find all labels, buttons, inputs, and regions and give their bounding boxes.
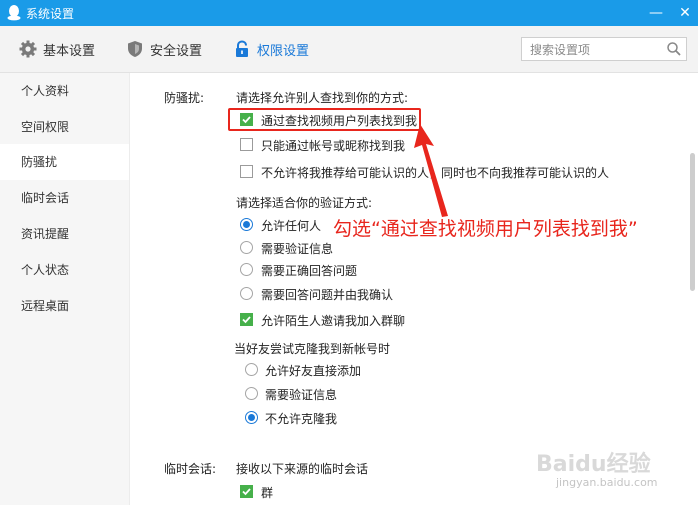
verify-label-need-info: 需要验证信息 bbox=[261, 242, 334, 256]
checkmark-icon bbox=[242, 316, 251, 324]
sidebar-item-anti-harassment[interactable]: 防骚扰 bbox=[0, 144, 129, 180]
clone-radio-allow[interactable] bbox=[245, 363, 258, 376]
find-option-checkbox-no-recommend[interactable] bbox=[240, 165, 253, 178]
clone-radio-disallow[interactable] bbox=[245, 411, 258, 424]
find-me-prompt: 请选择允许别人查找到你的方式: bbox=[236, 91, 409, 105]
verify-prompt: 请选择适合你的验证方式: bbox=[236, 196, 373, 210]
title-bar: 系统设置 — ✕ bbox=[0, 0, 698, 26]
tab-label: 权限设置 bbox=[257, 44, 310, 59]
checkmark-icon bbox=[242, 488, 251, 496]
tab-label: 安全设置 bbox=[150, 44, 203, 59]
settings-search-box[interactable] bbox=[521, 37, 687, 61]
sidebar-item-profile[interactable]: 个人资料 bbox=[0, 73, 129, 109]
tab-security-settings[interactable]: 安全设置 bbox=[126, 26, 212, 72]
temp-session-label-group: 群 bbox=[261, 486, 274, 500]
verify-radio-answer-confirm[interactable] bbox=[240, 287, 253, 300]
sidebar-item-space-permission[interactable]: 空间权限 bbox=[0, 109, 129, 145]
section-label-anti-harassment: 防骚扰: bbox=[164, 91, 205, 105]
find-option-checkbox-account-only[interactable] bbox=[240, 138, 253, 151]
section-label-temp-session: 临时会话: bbox=[164, 462, 217, 476]
clone-label-need-info: 需要验证信息 bbox=[265, 388, 338, 402]
lock-icon bbox=[236, 40, 248, 57]
temp-session-checkbox-group[interactable] bbox=[240, 485, 253, 498]
scrollbar-thumb[interactable] bbox=[690, 153, 695, 291]
annotation-arrow-icon bbox=[414, 124, 448, 217]
sidebar-item-news-alerts[interactable]: 资讯提醒 bbox=[0, 216, 129, 252]
watermark-url: jingyan.baidu.com bbox=[556, 476, 658, 489]
close-button[interactable]: ✕ bbox=[672, 0, 698, 26]
group-invite-label: 允许陌生人邀请我加入群聊 bbox=[261, 314, 406, 328]
search-input[interactable] bbox=[528, 40, 662, 60]
verify-label-answer-question: 需要正确回答问题 bbox=[261, 264, 358, 278]
verify-label-answer-confirm: 需要回答问题并由我确认 bbox=[261, 288, 394, 302]
clone-label-allow: 允许好友直接添加 bbox=[265, 364, 362, 378]
window-title: 系统设置 bbox=[26, 7, 75, 21]
verify-radio-anyone[interactable] bbox=[240, 218, 253, 231]
minimize-button[interactable]: — bbox=[643, 0, 669, 26]
sidebar-item-remote-desktop[interactable]: 远程桌面 bbox=[0, 288, 129, 324]
group-invite-checkbox[interactable] bbox=[240, 313, 253, 326]
verify-radio-need-info[interactable] bbox=[240, 241, 253, 254]
annotation-text: 勾选“通过查找视频用户列表找到我” bbox=[333, 218, 638, 240]
clone-radio-need-info[interactable] bbox=[245, 387, 258, 400]
tab-permission-settings[interactable]: 权限设置 bbox=[233, 26, 319, 72]
shield-icon bbox=[128, 41, 142, 57]
search-icon[interactable] bbox=[666, 41, 682, 57]
tab-label: 基本设置 bbox=[43, 44, 96, 59]
find-option-label-account-only: 只能通过帐号或昵称找到我 bbox=[261, 139, 406, 153]
annotation-highlight-box bbox=[228, 108, 421, 131]
penguin-logo-icon bbox=[7, 5, 21, 21]
clone-label-disallow: 不允许克隆我 bbox=[265, 412, 338, 426]
tab-basic-settings[interactable]: 基本设置 bbox=[16, 26, 102, 72]
sidebar-item-personal-status[interactable]: 个人状态 bbox=[0, 252, 129, 288]
verify-label-anyone: 允许任何人 bbox=[261, 219, 322, 233]
verify-radio-answer-question[interactable] bbox=[240, 263, 253, 276]
settings-sidebar: 个人资料 空间权限 防骚扰 临时会话 资讯提醒 个人状态 远程桌面 bbox=[0, 73, 130, 505]
gear-icon bbox=[19, 40, 37, 58]
sidebar-item-temp-session[interactable]: 临时会话 bbox=[0, 180, 129, 216]
watermark-logo: Baidu经验 bbox=[536, 452, 651, 477]
temp-session-prompt: 接收以下来源的临时会话 bbox=[236, 462, 369, 476]
clone-prompt: 当好友尝试克隆我到新帐号时 bbox=[234, 342, 391, 356]
